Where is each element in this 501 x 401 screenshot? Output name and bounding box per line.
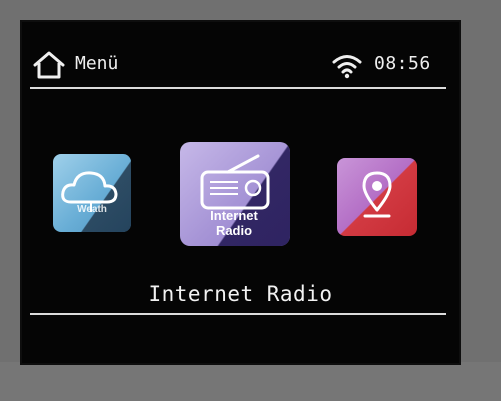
wifi-icon: [332, 55, 362, 79]
radio-caption-line1: Internet: [210, 208, 258, 223]
radio-caption-line2: Radio: [215, 223, 253, 238]
footer-divider: [30, 313, 446, 315]
radio-caption: Internet Radio: [184, 208, 284, 238]
cloud-icon: [61, 171, 118, 212]
header-divider: [30, 87, 446, 89]
menu-item-internet-radio[interactable]: Internet Radio: [180, 142, 290, 246]
display-screen: Menü 08:56 Weath Internet Radio Internet…: [20, 20, 461, 365]
menu-item-weather[interactable]: Weath: [53, 154, 131, 232]
selected-item-title: Internet Radio: [148, 282, 333, 306]
clock: 08:56: [374, 53, 431, 74]
weather-caption: Weath: [77, 204, 107, 215]
device-bezel-bottom: [0, 362, 501, 401]
home-icon[interactable]: [32, 50, 66, 80]
menu-label: Menü: [75, 53, 119, 74]
map-pin-icon: [362, 171, 392, 218]
menu-item-location[interactable]: [337, 158, 417, 236]
